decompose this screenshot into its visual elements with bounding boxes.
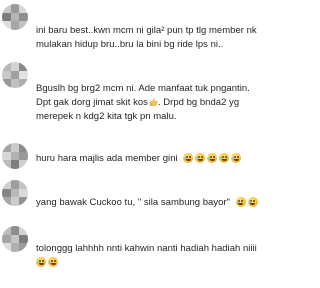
laughing-crying-icon [235,197,246,207]
laughing-crying-icon [183,153,194,163]
laughing-crying-icon [195,153,206,163]
avatar[interactable] [2,226,28,252]
comment-text: yang bawak Cuckoo tu, " sila sambung bay… [36,196,296,210]
comment-text: Bguslh bg brg2 mcm ni. Ade manfaat tuk p… [36,82,296,124]
comment-line: Bguslh bg brg2 mcm ni. Ade manfaat tuk p… [36,83,250,94]
comment-line: huru hara majlis ada member gini [36,153,178,164]
avatar[interactable] [2,4,28,30]
comment-line: Dpt gak dorg jimat skit kos . Drpd bg bn… [36,96,296,110]
comment-line: yang bawak Cuckoo tu, " sila sambung bay… [36,197,231,208]
thumbs-up-icon [149,98,158,107]
comment-text: ini baru best..kwn mcm ni gila² pun tp t… [36,24,296,52]
comment-line: merepek n kdg2 kita tgk pn malu. [36,111,177,122]
avatar[interactable] [2,62,28,88]
comment-text: tolonggg lahhhh nnti kahwin nanti hadiah… [36,242,296,270]
comment-line: mulakan hidup bru..bru la bini bg ride l… [36,39,224,50]
comment-line-start: Dpt gak dorg jimat skit kos [36,97,148,108]
avatar[interactable] [2,180,28,206]
laughing-crying-icon [207,153,218,163]
comment-line: ini baru best..kwn mcm ni gila² pun tp t… [36,25,257,36]
comment-line-end: . Drpd bg bnda2 yg [157,97,240,108]
comment-text: huru hara majlis ada member gini [36,152,296,166]
emoji-group [183,153,242,163]
comment-line: tolonggg lahhhh nnti kahwin nanti hadiah… [36,243,257,254]
laughing-crying-icon [247,197,258,207]
laughing-crying-icon [48,257,58,267]
emoji-group [36,257,58,267]
laughing-crying-icon [36,257,46,267]
laughing-crying-icon [219,153,230,163]
comments-list: ini baru best..kwn mcm ni gila² pun tp t… [0,0,300,288]
avatar[interactable] [2,143,28,169]
emoji-group [235,197,258,207]
laughing-crying-icon [231,153,242,163]
